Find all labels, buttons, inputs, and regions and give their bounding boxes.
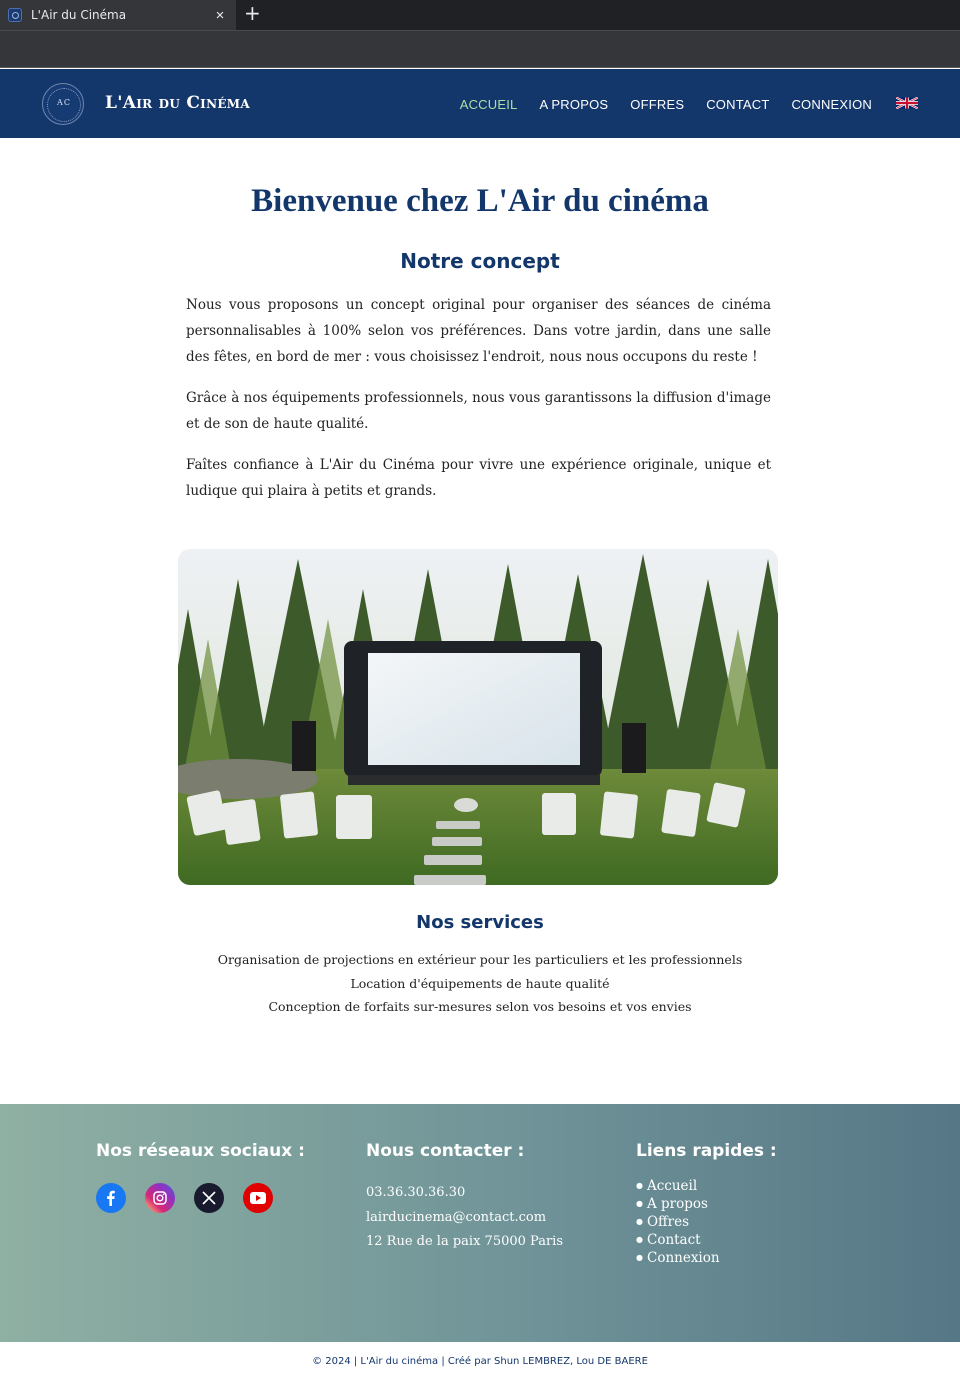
main-nav: ACCUEIL A PROPOS OFFRES CONTACT CONNEXIO… — [460, 97, 872, 112]
site-header: AC L'Air du Cinéma ACCUEIL A PROPOS OFFR… — [0, 69, 960, 138]
uk-flag-icon[interactable] — [896, 97, 918, 109]
youtube-icon[interactable] — [243, 1183, 273, 1213]
quick-link-connexion[interactable]: Connexion — [636, 1249, 777, 1267]
concept-paragraph: Faîtes confiance à L'Air du Cinéma pour … — [186, 457, 771, 499]
nav-connexion[interactable]: CONNEXION — [791, 97, 872, 112]
browser-toolbar — [0, 30, 960, 68]
site-favicon-icon — [8, 8, 22, 22]
social-links — [96, 1183, 305, 1213]
footer-social-section: Nos réseaux sociaux : — [96, 1141, 305, 1213]
outdoor-cinema-screen-image — [178, 549, 778, 885]
page-title: Bienvenue chez L'Air du cinéma — [251, 183, 709, 219]
quick-link-accueil[interactable]: Accueil — [636, 1177, 777, 1195]
nav-contact[interactable]: CONTACT — [706, 97, 769, 112]
contact-details: 03.36.30.36.30 lairducinema@contact.com … — [366, 1181, 563, 1255]
logo-monogram: AC — [57, 98, 71, 107]
browser-tab-bar: L'Air du Cinéma × + — [0, 0, 960, 30]
browser-tab[interactable]: L'Air du Cinéma × — [0, 0, 236, 30]
nav-a-propos[interactable]: A PROPOS — [539, 97, 608, 112]
quick-links-list: Accueil A propos Offres Contact Connexio… — [636, 1177, 777, 1267]
footer-links-section: Liens rapides : Accueil A propos Offres … — [636, 1141, 777, 1267]
services-list: Organisation de projections en extérieur… — [0, 948, 960, 1019]
concept-paragraph: Nous vous proposons un concept original … — [186, 297, 771, 365]
site-logo[interactable]: AC — [42, 83, 84, 125]
quick-link-offres[interactable]: Offres — [636, 1213, 777, 1231]
site-name[interactable]: L'Air du Cinéma — [105, 93, 250, 113]
phone-number[interactable]: 03.36.30.36.30 — [366, 1181, 563, 1206]
nav-offres[interactable]: OFFRES — [630, 97, 684, 112]
quick-link-contact[interactable]: Contact — [636, 1231, 777, 1249]
close-tab-icon[interactable]: × — [210, 8, 230, 23]
tab-title: L'Air du Cinéma — [31, 8, 127, 22]
instagram-icon[interactable] — [145, 1183, 175, 1213]
postal-address: 12 Rue de la paix 75000 Paris — [366, 1234, 563, 1249]
email-address[interactable]: lairducinema@contact.com — [366, 1206, 563, 1231]
links-heading: Liens rapides : — [636, 1141, 777, 1161]
concept-text: Nous vous proposons un concept original … — [186, 292, 771, 519]
concept-heading: Notre concept — [400, 249, 560, 273]
service-item: Location d'équipements de haute qualité — [350, 975, 610, 991]
footer-contact-section: Nous contacter : 03.36.30.36.30 lairduci… — [366, 1141, 563, 1255]
service-item: Conception de forfaits sur-mesures selon… — [268, 999, 692, 1014]
quick-link-a-propos[interactable]: A propos — [636, 1195, 777, 1213]
concept-paragraph: Grâce à nos équipements professionnels, … — [186, 390, 771, 432]
services-heading: Nos services — [416, 912, 544, 933]
x-icon[interactable] — [194, 1183, 224, 1213]
nav-accueil[interactable]: ACCUEIL — [460, 97, 518, 112]
facebook-icon[interactable] — [96, 1183, 126, 1213]
site-footer: Nos réseaux sociaux : Nous contacter : 0… — [0, 1104, 960, 1342]
new-tab-icon[interactable]: + — [244, 3, 261, 23]
social-heading: Nos réseaux sociaux : — [96, 1141, 305, 1161]
contact-heading: Nous contacter : — [366, 1141, 525, 1161]
copyright-text: © 2024 | L'Air du cinéma | Créé par Shun… — [312, 1356, 648, 1367]
service-item: Organisation de projections en extérieur… — [217, 952, 743, 967]
